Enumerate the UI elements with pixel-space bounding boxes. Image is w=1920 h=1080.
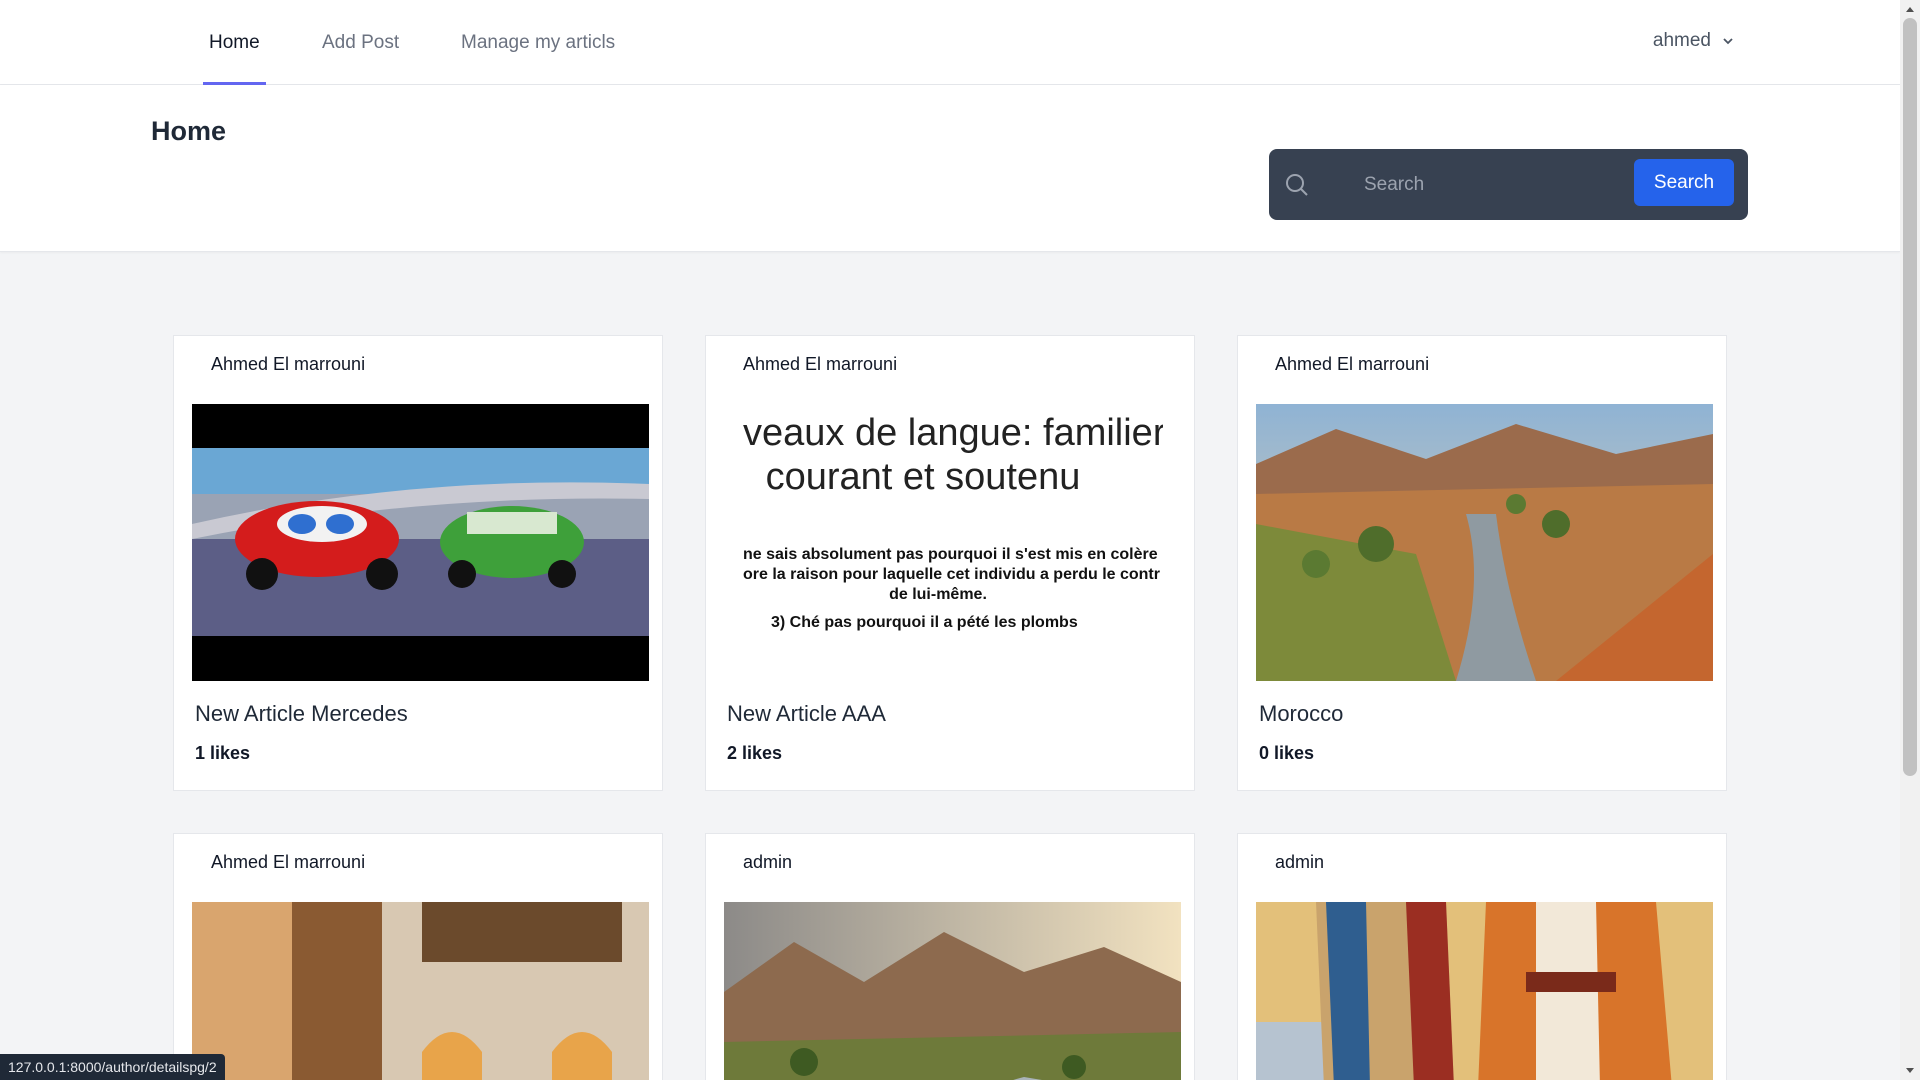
moroccan-riad-image (192, 902, 649, 1080)
status-url: 127.0.0.1:8000/author/detailspg/2 (0, 1054, 225, 1080)
card-image[interactable] (192, 902, 649, 1080)
card-author: Ahmed El marrouni (743, 354, 898, 374)
scroll-down-icon[interactable] (1905, 1065, 1915, 1075)
card-likes: 0 likes (1259, 743, 1315, 763)
card-title[interactable]: New Article Mercedes (195, 701, 408, 727)
page-header: Home Search (0, 85, 1900, 252)
card-author: Ahmed El marrouni (1275, 354, 1430, 374)
top-navigation: Home Add Post Manage my articls ahmed (0, 0, 1900, 85)
search-box: Search (1269, 149, 1748, 220)
search-icon (1286, 174, 1308, 196)
scroll-thumb[interactable] (1903, 18, 1917, 776)
card-title[interactable]: New Article AAA (727, 701, 886, 727)
slide-text-line3: de lui-même. (889, 586, 987, 603)
article-card[interactable]: Ahmed El marrouni Morocco 0 likes (1237, 335, 1727, 791)
card-author: Ahmed El marrouni (211, 852, 366, 872)
cars-animation-image (192, 404, 649, 681)
article-card[interactable]: admin (705, 833, 1195, 1080)
card-likes: 2 likes (727, 743, 783, 763)
page-title: Home (151, 116, 227, 146)
card-author: admin (1275, 852, 1325, 872)
chevron-down-icon (1723, 38, 1733, 45)
card-title[interactable]: Morocco (1259, 701, 1343, 727)
user-menu[interactable]: ahmed (1653, 30, 1735, 52)
article-card[interactable]: admin (1237, 833, 1727, 1080)
slide-heading-line2: courant et soutenu (765, 456, 1081, 498)
card-image[interactable]: veaux de langue: familier, courant et so… (743, 404, 1163, 681)
card-author: Ahmed El marrouni (211, 354, 366, 374)
atlas-mountains-image (724, 902, 1181, 1080)
nav-add-post[interactable]: Add Post (322, 0, 399, 85)
slide-text-line1: ne sais absolument pas pourquoi il s'est… (743, 546, 1163, 563)
slide-text-line4: 3) Ché pas pourquoi il a pété les plombs (771, 614, 1078, 631)
card-image[interactable] (1256, 902, 1713, 1080)
article-card[interactable]: Ahmed El marrouni veaux de langue: famil… (705, 335, 1195, 791)
card-image[interactable] (1256, 404, 1713, 681)
scrollbar[interactable] (1900, 0, 1920, 1080)
card-likes: 1 likes (195, 743, 251, 763)
nav-manage-articles[interactable]: Manage my articls (461, 0, 615, 85)
slide-text-line2: ore la raison pour laquelle cet individu… (743, 566, 1160, 583)
card-author: admin (743, 852, 793, 872)
moroccan-valley-image (1256, 404, 1713, 681)
card-image[interactable] (192, 404, 649, 681)
card-image[interactable] (724, 902, 1181, 1080)
user-name: ahmed (1652, 30, 1711, 51)
article-card[interactable]: Ahmed El marrouni New Article Mercedes 1… (173, 335, 663, 791)
nav-home[interactable]: Home (203, 0, 266, 85)
search-input[interactable] (1364, 163, 1634, 207)
search-button[interactable]: Search (1634, 159, 1734, 206)
slide-heading-line1: veaux de langue: familier, (743, 412, 1163, 454)
scroll-up-icon[interactable] (1905, 5, 1915, 15)
article-card[interactable]: Ahmed El marrouni (173, 833, 663, 1080)
moroccan-clothing-image (1256, 902, 1713, 1080)
